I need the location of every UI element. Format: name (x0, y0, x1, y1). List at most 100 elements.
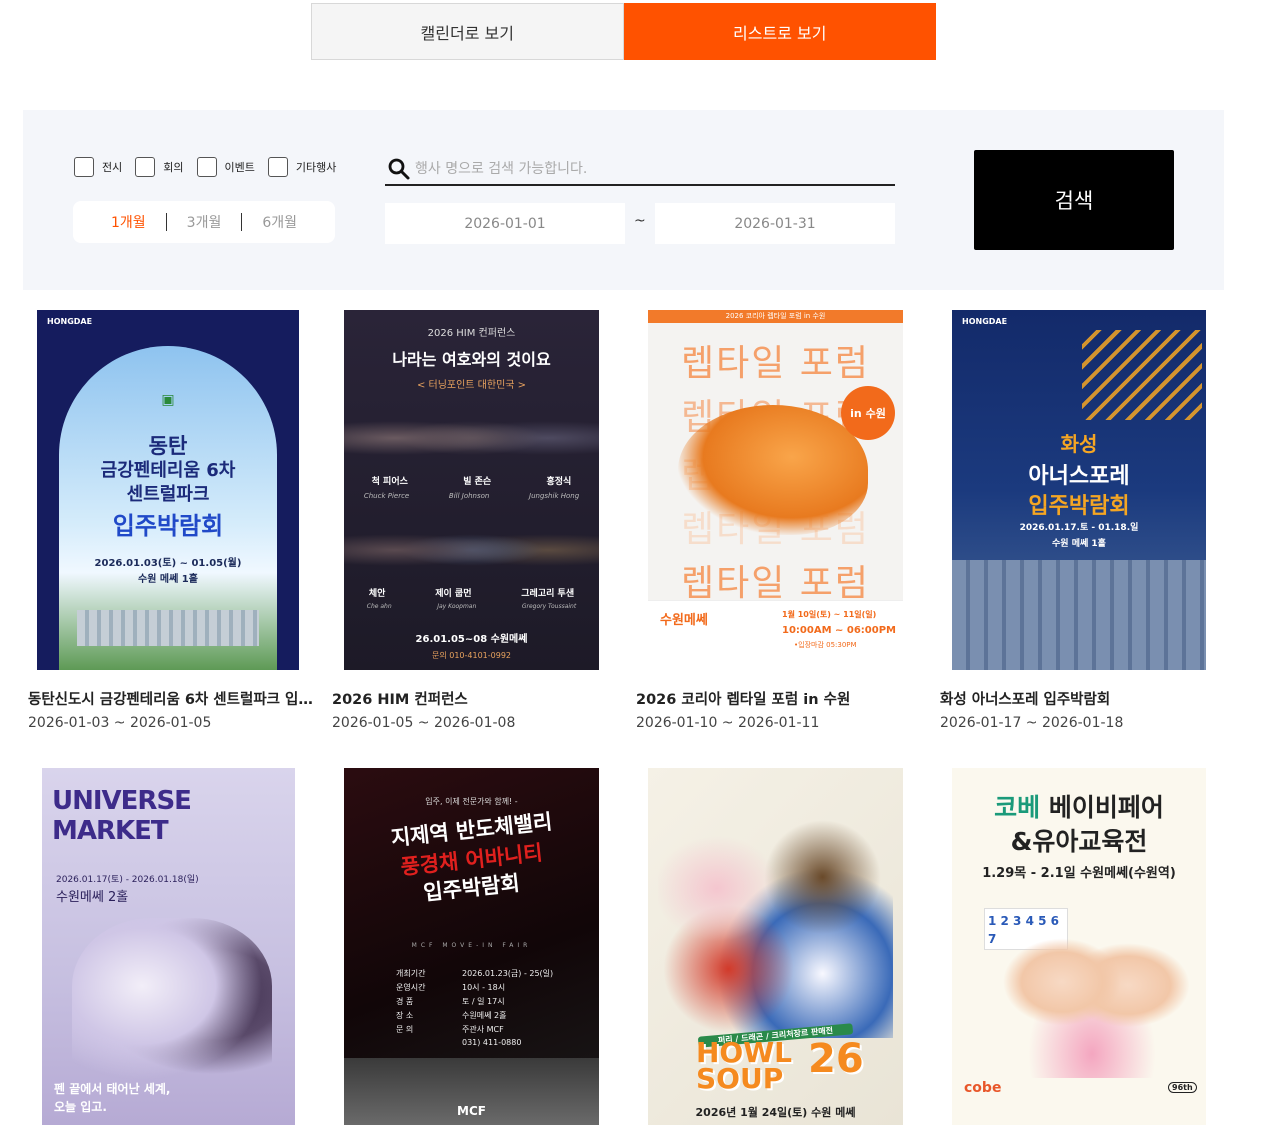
speaker-name-en: Jungshik Hong (529, 492, 580, 500)
event-poster[interactable]: HONGDAE ▣ 동탄 금강펜테리움 6차 센트럴파크 입주박람회 2026.… (37, 310, 299, 670)
poster-speaker-row: 척 피어스 빌 존슨 홍정식 (344, 474, 599, 487)
event-poster[interactable]: 코베 베이비페어 &유아교육전 1.29목 - 2.1일 수원메쎄(수원역) 1… (952, 768, 1206, 1125)
event-poster[interactable]: 입주, 이제 전문가와 함께! - 지제역 반도체밸리 풍경채 어바니티 입주박… (344, 768, 599, 1125)
event-poster[interactable]: HONGDAE 화성 아너스포레 입주박람회 2026.01.17.토 - 01… (952, 310, 1206, 670)
event-title[interactable]: 2026 HIM 컨퍼런스 (332, 688, 622, 709)
checkbox-box[interactable] (196, 157, 217, 177)
period-6-months[interactable]: 6개월 (242, 212, 317, 232)
poster-line: 금강펜테리움 6차 (100, 460, 236, 481)
poster-line: &유아교육전 (1010, 827, 1148, 856)
poster-brand: 베이비페어 (1048, 793, 1164, 822)
period-3-months[interactable]: 3개월 (167, 212, 242, 232)
checkbox-exhibition[interactable]: 전시 (74, 157, 122, 177)
event-title[interactable]: 화성 아너스포레 입주박람회 (940, 688, 1230, 709)
poster-venue: 수원 메쎄 1홀 (1052, 539, 1106, 549)
poster-arrow-graphic (1082, 330, 1202, 420)
poster-when: 1월 10일(토) ~ 11일(일) (782, 610, 877, 619)
poster-venue: 수원 메쎄 1홀 (138, 574, 198, 585)
event-poster[interactable]: 2026 HIM 컨퍼런스 나라는 여호와의 것이요 < 터닝포인트 대한민국 … (344, 310, 599, 670)
event-title[interactable]: 동탄신도시 금강펜테리움 6차 센트럴파크 입주박람회 (28, 688, 318, 709)
poster-line: 입주박람회 (112, 512, 224, 540)
poster-speaker-row: Chuck Pierce Bill Johnson Jungshik Hong (344, 492, 599, 500)
speaker-name-en: Gregory Toussaint (521, 603, 577, 610)
date-from-input[interactable]: 2026-01-01 (385, 203, 625, 244)
poster-big-text: 렙타일 포럼 (680, 343, 871, 384)
speaker-name-en: Bill Johnson (448, 492, 490, 500)
poster-contact: 문의 010-4101-0992 (431, 651, 512, 660)
event-card[interactable]: 2026 코리아 렙타일 포럼 in 수원 렙타일 포럼 렙타일 포럼 렙타일 … (636, 310, 940, 731)
poster-info-box: 수원메쎄 1월 10일(토) ~ 11일(일) 10:00AM ~ 06:00P… (648, 600, 903, 670)
poster-stage (344, 522, 599, 578)
search-icon[interactable] (385, 155, 415, 183)
poster-badge: in 수원 (841, 386, 895, 440)
info-value: 수원메쎄 2홀 (462, 1011, 507, 1020)
poster-line: MARKET (52, 816, 169, 846)
poster-last-entry: •입장마감 05:30PM (794, 641, 857, 649)
poster-line: 아너스포레 (1028, 464, 1130, 489)
checkbox-event[interactable]: 이벤트 (196, 157, 255, 177)
checkbox-box[interactable] (74, 157, 94, 177)
event-title[interactable]: 2026 코리아 렙타일 포럼 in 수원 (636, 688, 926, 709)
period-1-month[interactable]: 1개월 (91, 212, 166, 232)
poster-line: 오늘 입고. (54, 1100, 107, 1114)
list-view-button[interactable]: 리스트로 보기 (623, 3, 936, 60)
speaker-name-en: Che ahn (366, 603, 392, 610)
speaker-name: 그레고리 투샌 (521, 589, 575, 599)
poster-date: 26.01.05~08 수원메쎄 (415, 634, 528, 645)
calendar-view-button[interactable]: 캘린더로 보기 (311, 3, 624, 60)
event-card[interactable]: 입주, 이제 전문가와 함께! - 지제역 반도체밸리 풍경채 어바니티 입주박… (332, 768, 636, 1125)
poster-line: 코베 베이비페어 (952, 788, 1206, 824)
info-key (396, 1038, 462, 1052)
event-card[interactable]: UNIVERSE MARKET 2026.01.17(토) - 2026.01.… (28, 768, 332, 1125)
poster-date: 2026.01.17(토) - 2026.01.18(일) (56, 875, 199, 885)
poster-headline: 나라는 여호와의 것이요 (392, 350, 551, 369)
checkbox-box[interactable] (135, 157, 156, 177)
poster-speaker-row: Che ahn Jay Koopman Gregory Toussaint (344, 603, 599, 610)
event-date: 2026-01-17 ~ 2026-01-18 (940, 715, 1124, 731)
poster-logo: cobe (964, 1080, 1002, 1096)
info-value: 토 / 일 17시 (462, 997, 505, 1006)
date-to-input[interactable]: 2026-01-31 (655, 203, 895, 244)
checkbox-meeting[interactable]: 회의 (135, 157, 184, 177)
info-key: 장 소 (396, 1011, 414, 1020)
poster-line: < 터닝포인트 대한민국 > (416, 380, 527, 391)
category-checkboxes: 전시 회의 이벤트 기타행사 (74, 157, 349, 177)
speaker-name: 홍정식 (546, 477, 572, 487)
poster-brand: HONGDAE (47, 317, 93, 326)
checkbox-label: 전시 (102, 161, 123, 174)
search-input[interactable] (415, 154, 885, 183)
poster-character-image (72, 918, 272, 1088)
filter-panel: 전시 회의 이벤트 기타행사 1개월 3개월 6개월 2026-01-01 ~ … (23, 110, 1224, 290)
info-key: 개최기간 (396, 969, 426, 978)
search-bar (385, 153, 895, 186)
event-card[interactable]: 퍼리 / 드래곤 / 크리처장르 판매전 HOWL SOUP 26 2026년 … (636, 768, 940, 1125)
checkbox-label: 이벤트 (224, 161, 255, 174)
period-selector: 1개월 3개월 6개월 (73, 201, 335, 243)
event-card[interactable]: HONGDAE ▣ 동탄 금강펜테리움 6차 센트럴파크 입주박람회 2026.… (28, 310, 332, 731)
poster-buildings (77, 610, 259, 646)
poster-logo: MCF (457, 1104, 486, 1118)
info-key: 경 품 (396, 997, 414, 1006)
poster-line: 화성 (1060, 432, 1098, 456)
event-card[interactable]: 2026 HIM 컨퍼런스 나라는 여호와의 것이요 < 터닝포인트 대한민국 … (332, 310, 636, 731)
speaker-name: 빌 존슨 (463, 477, 492, 487)
poster-venue: 수원메쎄 2홀 (56, 890, 129, 905)
event-card[interactable]: HONGDAE 화성 아너스포레 입주박람회 2026.01.17.토 - 01… (940, 310, 1244, 731)
poster-stage (344, 408, 599, 468)
event-poster[interactable]: UNIVERSE MARKET 2026.01.17(토) - 2026.01.… (42, 768, 295, 1125)
poster-line: MCF MOVE-IN FAIR (411, 942, 532, 949)
poster-number: 26 (808, 1036, 864, 1082)
date-range-separator: ~ (634, 213, 646, 229)
poster-line: 2026 코리아 렙타일 포럼 in 수원 (648, 310, 903, 323)
event-card[interactable]: 코베 베이비페어 &유아교육전 1.29목 - 2.1일 수원메쎄(수원역) 1… (940, 768, 1244, 1125)
event-date: 2026-01-03 ~ 2026-01-05 (28, 715, 212, 731)
poster-big-text: 렙타일 포럼 (680, 563, 871, 604)
info-key: 운영시간 (396, 983, 426, 992)
search-button[interactable]: 검색 (974, 150, 1174, 250)
checkbox-box[interactable] (267, 157, 288, 177)
poster-character-image (992, 918, 1192, 1078)
event-poster[interactable]: 퍼리 / 드래곤 / 크리처장르 판매전 HOWL SOUP 26 2026년 … (648, 768, 903, 1125)
checkbox-other[interactable]: 기타행사 (267, 157, 336, 177)
poster-line: 펜 끝에서 태어난 세계, (54, 1082, 171, 1096)
event-poster[interactable]: 2026 코리아 렙타일 포럼 in 수원 렙타일 포럼 렙타일 포럼 렙타일 … (648, 310, 903, 670)
